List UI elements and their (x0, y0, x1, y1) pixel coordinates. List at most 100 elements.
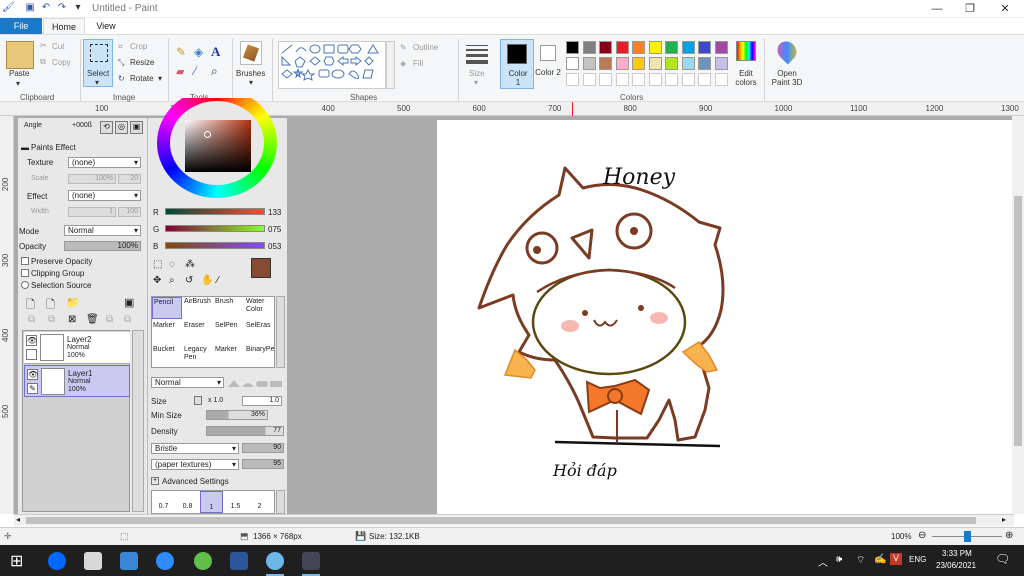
palette-swatch[interactable] (582, 57, 596, 70)
size-presets-scroll[interactable] (276, 490, 285, 514)
palette-swatch[interactable] (681, 57, 695, 70)
advanced-settings-toggle-icon[interactable]: + (151, 477, 159, 485)
new-folder-icon[interactable]: 📁 (66, 296, 80, 309)
delete-layer-icon[interactable]: 🗑 (86, 314, 99, 325)
palette-swatch[interactable] (665, 57, 678, 70)
palette-empty-swatch[interactable] (582, 73, 596, 86)
word-icon[interactable] (230, 552, 248, 570)
eyedropper-icon[interactable]: ⁄ (217, 275, 219, 286)
tray-chevron-icon[interactable]: ︿ (818, 554, 828, 569)
clipping-group-checkbox[interactable] (21, 269, 29, 277)
brush-size-preset[interactable]: 1.5 (224, 491, 247, 513)
palette-swatch[interactable] (665, 41, 678, 54)
palette-swatch[interactable] (648, 57, 662, 70)
cut-icon[interactable]: ✂ (40, 41, 47, 50)
save-icon[interactable]: ▣ (24, 2, 36, 14)
brush-tool-marker[interactable]: Marker (214, 345, 244, 367)
zoom-in-button[interactable]: ⊕ (1005, 530, 1013, 541)
reset-view-icon[interactable]: ◎ (115, 121, 128, 134)
b-value[interactable]: 053 (268, 242, 281, 251)
zoom-slider-thumb[interactable] (964, 531, 971, 542)
brush-tool-binarype[interactable]: BinaryPe (245, 345, 275, 367)
windows-start-icon[interactable]: ⊞ (10, 551, 23, 571)
vertical-scrollbar[interactable] (1012, 116, 1024, 514)
flip-view-icon[interactable]: ▣ (130, 121, 143, 134)
close-button[interactable]: ✕ (990, 0, 1020, 18)
crop-button[interactable]: Crop (130, 42, 147, 51)
palette-empty-swatch[interactable] (615, 73, 629, 86)
rotate-icon[interactable]: ↻ (118, 74, 125, 83)
resize-icon[interactable]: ⤡ (118, 58, 124, 68)
color-square[interactable] (185, 120, 251, 172)
shapes-scroll[interactable] (386, 41, 395, 89)
paper-texture-slider[interactable]: 95 (242, 459, 284, 469)
delete-mask-icon[interactable]: ⧉ (124, 314, 131, 325)
brush-tool-eraser[interactable]: Eraser (183, 321, 213, 343)
paint-app-icon[interactable]: 🖌 (2, 2, 15, 14)
horizontal-scroll-thumb[interactable] (26, 517, 976, 524)
brush-tool-pencil[interactable]: Pencil (152, 297, 182, 319)
palette-empty-swatch[interactable] (698, 73, 711, 86)
cut-button[interactable]: Cut (52, 42, 64, 51)
magnifier-icon[interactable]: ⌕ (211, 64, 218, 79)
merge-down-icon[interactable]: ⧉ (48, 314, 55, 325)
pen-icon[interactable]: ✍ (874, 554, 886, 565)
apply-mask-icon[interactable]: ⧉ (106, 314, 113, 325)
palette-empty-swatch[interactable] (566, 73, 579, 86)
vertical-scroll-thumb[interactable] (1014, 196, 1022, 446)
palette-empty-swatch[interactable] (714, 73, 728, 86)
open-paint3d-button[interactable]: Open Paint 3D (768, 69, 806, 87)
drawing-canvas[interactable]: Honey Hỏi đáp (437, 120, 1012, 514)
paint-taskbar-icon[interactable] (266, 552, 284, 570)
primary-color-swatch[interactable] (251, 258, 271, 278)
advanced-settings-header[interactable]: Advanced Settings (162, 477, 229, 486)
b-slider[interactable] (165, 242, 265, 249)
tab-file[interactable]: File (0, 18, 42, 34)
r-value[interactable]: 133 (268, 208, 281, 217)
palette-swatch[interactable] (599, 57, 612, 70)
scroll-right-icon[interactable]: ▸ (1002, 515, 1006, 524)
palette-swatch[interactable] (599, 41, 612, 54)
clock-date[interactable]: 23/06/2021 (936, 561, 976, 570)
store-icon[interactable] (84, 552, 102, 570)
zoom-app-icon[interactable] (156, 552, 174, 570)
palette-swatch[interactable] (566, 57, 579, 70)
size-icon[interactable] (466, 43, 488, 65)
palette-empty-swatch[interactable] (681, 73, 695, 86)
brush-tool-marker[interactable]: Marker (152, 321, 182, 343)
color1-button[interactable]: Color 1 (500, 39, 534, 89)
width-number[interactable]: 100 (118, 207, 141, 217)
tab-view[interactable]: View (86, 18, 126, 34)
clock-time[interactable]: 3:33 PM (942, 549, 972, 558)
layer-row[interactable]: 👁 Layer2 Normal 100% (24, 332, 130, 364)
brush-tool-bucket[interactable]: Bucket (152, 345, 182, 367)
volume-icon[interactable]: 🕪 (836, 554, 842, 565)
new-layer-icon[interactable]: 🗋 (26, 296, 35, 315)
palette-empty-swatch[interactable] (599, 73, 612, 86)
angle-value[interactable]: +000ß (72, 122, 92, 129)
g-value[interactable]: 075 (268, 225, 281, 234)
palette-swatch[interactable] (566, 41, 579, 54)
new-linework-layer-icon[interactable]: 🗋 (46, 296, 55, 315)
sai-taskbar-icon[interactable] (302, 552, 320, 570)
color-picker-icon[interactable]: ⁄ (194, 64, 196, 78)
zalo-icon[interactable] (48, 552, 66, 570)
preserve-opacity-checkbox[interactable] (21, 257, 29, 265)
brush-size-preset[interactable]: 0.7 (152, 491, 175, 513)
brush-tool-water-color[interactable]: Water Color (245, 297, 275, 319)
selection-source-radio[interactable] (21, 281, 29, 289)
magic-wand-icon[interactable]: ⁂ (185, 259, 195, 270)
scale-number[interactable]: 20 (118, 174, 141, 184)
brush-tool-legacy-pen[interactable]: Legacy Pen (183, 345, 213, 367)
undo-icon[interactable]: ↶ (40, 2, 52, 14)
paints-effect-toggle-icon[interactable]: ▬ (21, 143, 29, 152)
width-slider[interactable]: 1 (68, 207, 116, 217)
g-slider[interactable] (165, 225, 265, 232)
palette-empty-swatch[interactable] (648, 73, 662, 86)
palette-swatch[interactable] (648, 41, 662, 54)
eye-icon[interactable]: 👁 (27, 369, 38, 380)
shapes-gallery[interactable] (278, 41, 386, 89)
layer-mask-icon[interactable]: ▣ (124, 296, 134, 309)
brush-lock-icon[interactable]: ✎ (27, 383, 38, 394)
size-multiplier[interactable]: x 1.0 (208, 397, 223, 404)
